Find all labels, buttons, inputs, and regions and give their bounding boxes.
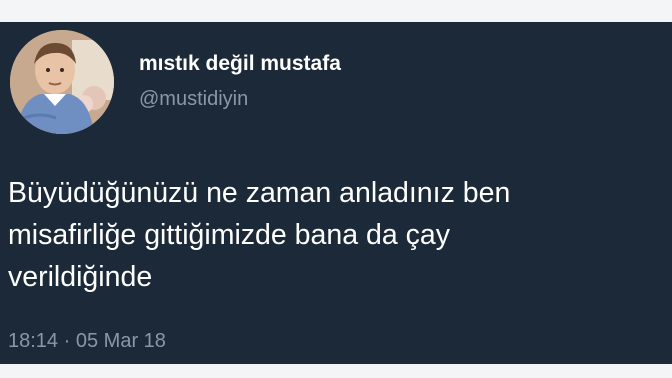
tweet-text: Büyüdüğünüzü ne zaman anladınız ben misa…	[8, 172, 668, 298]
screenshot-frame: mıstık değil mustafa @mustidiyin Büyüdüğ…	[0, 0, 672, 378]
tweet-timestamp[interactable]: 18:14 · 05 Mar 18	[8, 330, 166, 353]
author-display-name[interactable]: mıstık değil mustafa	[139, 52, 341, 76]
tweet-text-line: Büyüdüğünüzü ne zaman anladınız ben	[8, 177, 511, 209]
avatar-photo-icon	[10, 30, 114, 134]
tweet-time: 18:14	[8, 330, 59, 352]
tweet-card: mıstık değil mustafa @mustidiyin Büyüdüğ…	[0, 22, 672, 364]
avatar[interactable]	[10, 30, 114, 134]
tweet-text-line: misafirliğe gittiğimizde bana da çay	[8, 219, 450, 251]
author-handle[interactable]: @mustidiyin	[139, 88, 248, 111]
tweet-text-line: verildiğinde	[8, 261, 153, 293]
tweet-date: 05 Mar 18	[75, 330, 166, 352]
timestamp-separator: ·	[63, 330, 71, 352]
